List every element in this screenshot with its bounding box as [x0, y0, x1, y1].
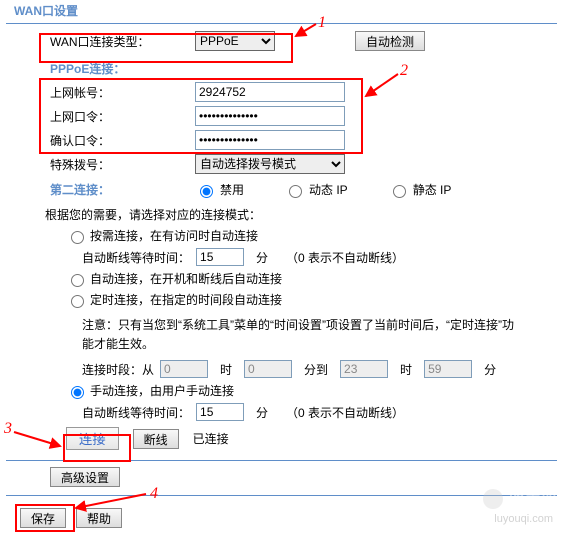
divider-2 — [6, 460, 557, 461]
divider-3 — [6, 495, 557, 496]
advanced-row: 高级设置 — [0, 467, 563, 487]
on-demand-wait-label: 自动断线等待时间： — [82, 249, 190, 266]
password-input[interactable] — [195, 106, 345, 126]
second-conn-dynamic[interactable]: 动态 IP — [284, 181, 348, 198]
connect-button[interactable]: 连接 — [66, 427, 119, 450]
router-icon — [483, 489, 503, 509]
pppoe-header: PPPoE连接： — [0, 54, 563, 79]
second-conn-label: 第二连接： — [0, 181, 195, 198]
mode-timed[interactable]: 定时连接，在指定的时间段自动连接 — [0, 291, 563, 308]
period-from-hour — [160, 360, 208, 378]
manual-wait-hint: （0 表示不自动断线） — [286, 404, 404, 421]
confirm-input[interactable] — [195, 130, 345, 150]
second-conn-row: 第二连接： 禁用 动态 IP 静态 IP — [0, 181, 563, 198]
period-to-min — [424, 360, 472, 378]
account-input[interactable] — [195, 82, 345, 102]
on-demand-wait-input[interactable] — [196, 248, 244, 266]
annot-num-4: 4 — [150, 485, 158, 503]
period-row: 连接时段：从 时 分到 时 分 — [0, 360, 563, 378]
password-label: 上网口令： — [0, 108, 195, 125]
wan-type-label: WAN口连接类型： — [0, 33, 195, 50]
second-conn-static[interactable]: 静态 IP — [388, 181, 452, 198]
manual-wait-input[interactable] — [196, 403, 244, 421]
save-button[interactable]: 保存 — [20, 508, 66, 528]
second-conn-disable[interactable]: 禁用 — [195, 181, 244, 198]
manual-wait-row: 自动断线等待时间： 分 （0 表示不自动断线） — [0, 403, 563, 421]
watermark: 路由器 — [483, 487, 557, 511]
confirm-row: 确认口令： — [0, 129, 563, 151]
mode-manual[interactable]: 手动连接，由用户手动连接 — [0, 382, 563, 399]
auto-detect-button[interactable]: 自动检测 — [355, 31, 425, 51]
watermark-sub: luyouqi.com — [494, 513, 553, 525]
mode-auto[interactable]: 自动连接，在开机和断线后自动连接 — [0, 270, 563, 287]
annot-num-1: 1 — [318, 14, 326, 32]
help-button[interactable]: 帮助 — [76, 508, 122, 528]
wan-type-select[interactable]: PPPoE — [195, 31, 275, 51]
timed-note: 注意：只有当您到“系统工具”菜单的“时间设置”项设置了当前时间后，“定时连接”功… — [0, 312, 563, 358]
wan-type-row: WAN口连接类型： PPPoE 自动检测 — [0, 30, 563, 52]
manual-wait-label: 自动断线等待时间： — [82, 404, 190, 421]
account-label: 上网帐号： — [0, 84, 195, 101]
period-from-min — [244, 360, 292, 378]
annot-num-2: 2 — [400, 62, 408, 80]
minute-unit-2: 分 — [484, 361, 496, 378]
period-to-hour — [340, 360, 388, 378]
dial-label: 特殊拨号： — [0, 156, 195, 173]
advanced-settings-button[interactable]: 高级设置 — [50, 467, 120, 487]
on-demand-wait-row: 自动断线等待时间： 分 （0 表示不自动断线） — [0, 248, 563, 266]
bottom-bar: 保存 帮助 — [0, 508, 563, 528]
hour-unit-2: 时 — [400, 361, 412, 378]
connect-button-row: 连接 断线 已连接 — [0, 427, 563, 450]
period-label: 连接时段：从 — [82, 361, 154, 378]
password-row: 上网口令： — [0, 105, 563, 127]
minute-to-unit: 分到 — [304, 361, 328, 378]
hour-unit: 时 — [220, 361, 232, 378]
disconnect-button[interactable]: 断线 — [133, 429, 179, 449]
page-title: WAN口设置 — [0, 0, 563, 23]
dial-select[interactable]: 自动选择拨号模式 — [195, 154, 345, 174]
confirm-label: 确认口令： — [0, 132, 195, 149]
annot-num-3: 3 — [4, 420, 12, 438]
minute-unit-3: 分 — [256, 404, 268, 421]
dial-row: 特殊拨号： 自动选择拨号模式 — [0, 153, 563, 175]
account-row: 上网帐号： — [0, 81, 563, 103]
divider — [6, 23, 557, 24]
on-demand-wait-hint: （0 表示不自动断线） — [286, 249, 404, 266]
minute-unit: 分 — [256, 249, 268, 266]
mode-on-demand[interactable]: 按需连接，在有访问时自动连接 — [0, 227, 563, 244]
mode-prompt: 根据您的需要，请选择对应的连接模式： — [0, 206, 563, 223]
connection-status: 已连接 — [193, 430, 229, 447]
